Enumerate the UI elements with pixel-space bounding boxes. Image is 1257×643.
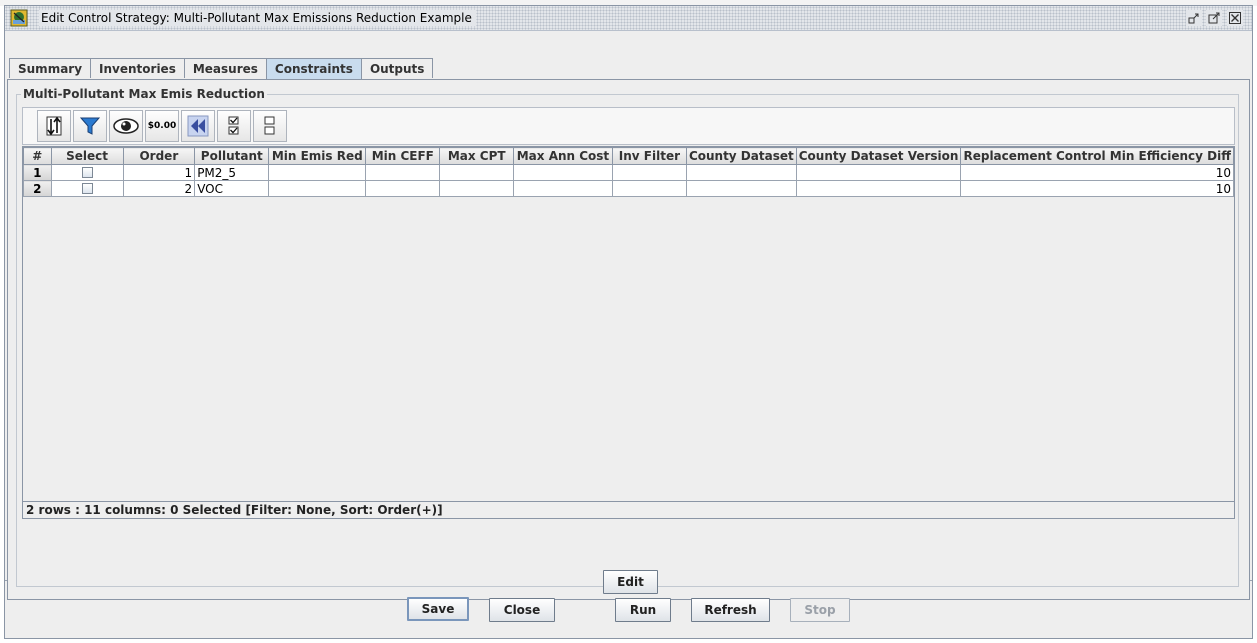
- close-icon[interactable]: [1227, 10, 1243, 26]
- max-ann-cost-cell[interactable]: [513, 164, 613, 181]
- column-header[interactable]: Min Emis Red: [268, 147, 367, 165]
- tab-inventories[interactable]: Inventories: [90, 58, 185, 78]
- view-icon[interactable]: [109, 110, 143, 142]
- column-header[interactable]: County Dataset Version: [795, 147, 962, 165]
- constraints-group: Multi-Pollutant Max Emis Reduction $0.00…: [16, 87, 1239, 587]
- select-checkbox[interactable]: [81, 167, 93, 178]
- replacement-diff-cell[interactable]: 10: [960, 164, 1234, 181]
- table-row[interactable]: 1 1 PM2_5 10: [23, 164, 1234, 181]
- sort-icon[interactable]: [37, 110, 71, 142]
- clear-all-icon[interactable]: [253, 110, 287, 142]
- column-header[interactable]: Max Ann Cost: [513, 147, 613, 165]
- county-dataset-version-cell[interactable]: [795, 180, 962, 197]
- app-icon: [10, 9, 28, 27]
- column-header[interactable]: Inv Filter: [611, 147, 687, 165]
- constraints-panel: Multi-Pollutant Max Emis Reduction $0.00…: [7, 79, 1250, 600]
- tab-bar: Summary Inventories Measures Constraints…: [9, 58, 434, 79]
- select-cell[interactable]: [50, 164, 124, 181]
- stop-button: Stop: [790, 598, 850, 622]
- column-header[interactable]: #: [23, 147, 52, 165]
- tab-measures[interactable]: Measures: [183, 58, 267, 78]
- column-header[interactable]: Max CPT: [439, 147, 515, 165]
- window-title: Edit Control Strategy: Multi-Pollutant M…: [39, 10, 476, 26]
- column-header[interactable]: Select: [50, 147, 124, 165]
- min-emis-red-cell[interactable]: [268, 164, 367, 181]
- order-cell[interactable]: 2: [122, 180, 196, 197]
- max-cpt-cell[interactable]: [439, 164, 515, 181]
- group-title: Multi-Pollutant Max Emis Reduction: [21, 87, 267, 101]
- format-icon[interactable]: $0.00: [145, 110, 179, 142]
- save-button[interactable]: Save: [407, 597, 469, 621]
- inv-filter-cell[interactable]: [611, 180, 687, 197]
- order-cell[interactable]: 1: [122, 164, 196, 181]
- table-toolbar: $0.00: [22, 107, 1235, 145]
- min-emis-red-cell[interactable]: [268, 180, 367, 197]
- max-ann-cost-cell[interactable]: [513, 180, 613, 197]
- column-header[interactable]: County Dataset: [685, 147, 797, 165]
- table-header-row: # Select Order Pollutant Min Emis Red Mi…: [23, 147, 1234, 165]
- select-cell[interactable]: [50, 180, 124, 197]
- tab-outputs[interactable]: Outputs: [360, 58, 434, 78]
- edit-button[interactable]: Edit: [603, 570, 658, 594]
- county-dataset-cell[interactable]: [685, 164, 797, 181]
- refresh-button[interactable]: Refresh: [691, 598, 770, 622]
- pollutant-cell[interactable]: VOC: [194, 180, 270, 197]
- column-header[interactable]: Order: [122, 147, 196, 165]
- row-number[interactable]: 2: [23, 180, 52, 197]
- select-all-icon[interactable]: [217, 110, 251, 142]
- constraints-table: # Select Order Pollutant Min Emis Red Mi…: [23, 147, 1234, 197]
- run-button[interactable]: Run: [615, 598, 671, 622]
- table-row[interactable]: 2 2 VOC 10: [23, 180, 1234, 197]
- row-number[interactable]: 1: [23, 164, 52, 181]
- pollutant-cell[interactable]: PM2_5: [194, 164, 270, 181]
- table-status-bar: 2 rows : 11 columns: 0 Selected [Filter:…: [22, 502, 1235, 519]
- minimize-icon[interactable]: [1186, 10, 1202, 26]
- select-checkbox[interactable]: [81, 183, 93, 194]
- constraints-table-viewport: # Select Order Pollutant Min Emis Red Mi…: [22, 146, 1235, 502]
- close-button[interactable]: Close: [489, 598, 555, 622]
- tab-constraints[interactable]: Constraints: [265, 58, 362, 79]
- tab-summary[interactable]: Summary: [9, 58, 92, 78]
- edit-control-strategy-window: Edit Control Strategy: Multi-Pollutant M…: [4, 5, 1253, 639]
- reset-icon[interactable]: [181, 110, 215, 142]
- filter-icon[interactable]: [73, 110, 107, 142]
- min-ceff-cell[interactable]: [365, 180, 441, 197]
- column-header[interactable]: Replacement Control Min Efficiency Diff: [960, 147, 1234, 165]
- column-header[interactable]: Pollutant: [194, 147, 270, 165]
- replacement-diff-cell[interactable]: 10: [960, 180, 1234, 197]
- content-area: Summary Inventories Measures Constraints…: [5, 31, 1252, 600]
- column-header[interactable]: Min CEFF: [365, 147, 441, 165]
- inv-filter-cell[interactable]: [611, 164, 687, 181]
- title-bar[interactable]: Edit Control Strategy: Multi-Pollutant M…: [5, 6, 1252, 31]
- county-dataset-cell[interactable]: [685, 180, 797, 197]
- max-cpt-cell[interactable]: [439, 180, 515, 197]
- county-dataset-version-cell[interactable]: [795, 164, 962, 181]
- maximize-icon[interactable]: [1206, 10, 1222, 26]
- min-ceff-cell[interactable]: [365, 164, 441, 181]
